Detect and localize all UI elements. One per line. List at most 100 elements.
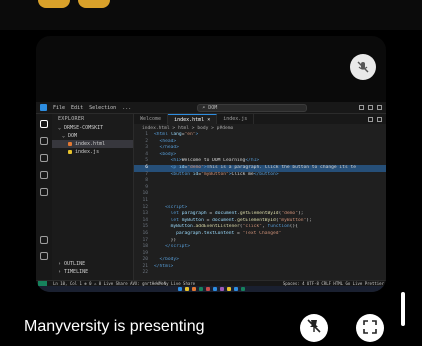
tree-file-html[interactable]: index.html	[52, 140, 133, 148]
gear-icon[interactable]	[40, 252, 48, 260]
line-number: 11	[142, 197, 148, 203]
editor-actions	[368, 114, 386, 124]
code-line: 5 <h1>Welcome to DOM Learning</h1>	[134, 158, 386, 165]
unpin-icon	[306, 318, 322, 338]
explorer-title: EXPLORER	[58, 116, 85, 122]
run-debug-icon[interactable]	[40, 171, 48, 179]
taskbar-app-icon[interactable]	[233, 287, 238, 291]
tab-welcome[interactable]: Welcome	[134, 114, 169, 124]
tree-file-label: index.html	[75, 141, 106, 147]
line-number: 2	[145, 138, 148, 144]
tree-folder[interactable]: ⌄ DOM	[52, 132, 133, 140]
reaction-pill[interactable]	[78, 0, 110, 8]
taskbar-app-icon[interactable]	[205, 287, 210, 291]
search-text: DOM	[208, 104, 218, 111]
tab-index-js[interactable]: index.js	[217, 114, 255, 124]
code-text: let paragraph = document.getElementById(…	[170, 211, 304, 217]
extensions-icon[interactable]	[40, 188, 48, 196]
explorer-sidebar: EXPLORER ⌄ DRMSE-COMSKIT ⌄ DOM index.htm…	[52, 114, 134, 280]
taskbar-app-icon[interactable]	[226, 287, 231, 291]
start-icon[interactable]	[177, 287, 182, 291]
code-line-selected: 6 <p id="demo">This is a paragraph. Clic…	[134, 164, 386, 172]
layout-icon[interactable]	[368, 105, 373, 110]
editor-area: Welcome index.html × index.js index.html…	[134, 114, 386, 280]
menu-file[interactable]: File	[53, 105, 65, 111]
code-text: </html>	[154, 263, 174, 269]
activity-bar	[36, 114, 52, 280]
menu-edit[interactable]: Edit	[71, 105, 83, 111]
code-text: <html lang="en">	[154, 132, 199, 137]
code-line: 13 let paragraph = document.getElementBy…	[134, 211, 386, 218]
code-line: 11	[134, 198, 386, 205]
breadcrumb[interactable]: index.html > html > body > p#demo	[134, 124, 386, 132]
code-view[interactable]: 1 <html lang="en"> 2 <head> 3 </head> 4 <…	[134, 132, 386, 277]
more-actions-icon[interactable]	[377, 116, 382, 122]
stage-header	[36, 36, 386, 102]
code-line: 22	[134, 270, 386, 277]
reaction-pill[interactable]	[38, 0, 70, 8]
code-line: 15 myButton.addEventListener("click", fu…	[134, 224, 386, 231]
line-number: 10	[142, 191, 148, 197]
code-text: <button id="myButton">Click me</button>	[170, 171, 279, 177]
line-number: 22	[142, 270, 148, 276]
unpin-button[interactable]	[300, 314, 328, 342]
line-number: 6	[145, 164, 148, 170]
line-number: 20	[142, 257, 148, 263]
code-line: 1 <html lang="en">	[134, 132, 386, 139]
timeline-section[interactable]: › TIMELINE	[52, 268, 134, 276]
windows-taskbar	[36, 286, 386, 292]
tab-index-html[interactable]: index.html ×	[168, 114, 218, 124]
split-editor-icon[interactable]	[368, 116, 373, 122]
tree-root[interactable]: ⌄ DRMSE-COMSKIT	[52, 124, 133, 132]
menu-selection[interactable]: Selection	[89, 105, 116, 111]
taskbar-app-icon[interactable]	[191, 287, 196, 291]
taskbar-app-icon[interactable]	[184, 287, 189, 291]
code-line: 21 </html>	[134, 264, 386, 271]
code-line: 17 })	[134, 238, 386, 245]
taskbar-app-icon[interactable]	[240, 287, 245, 291]
code-line: 20 </body>	[134, 257, 386, 264]
code-text: let myButton = document.getElementById("…	[170, 217, 312, 223]
search-icon[interactable]	[40, 137, 48, 145]
line-number: 3	[145, 145, 148, 151]
line-number: 16	[142, 230, 148, 236]
code-text: </script>	[165, 244, 190, 250]
code-text: myButton.addEventListener("click", funct…	[170, 224, 298, 230]
layout-icon[interactable]	[377, 105, 382, 110]
vscode-title-bar: File Edit Selection ... ⌕ DOM	[36, 102, 386, 114]
code-text: <script>	[165, 204, 188, 210]
source-control-icon[interactable]	[40, 154, 48, 162]
code-line: 2 <head>	[134, 139, 386, 146]
taskbar-app-icon[interactable]	[212, 287, 217, 291]
line-number: 15	[142, 224, 148, 230]
outline-section[interactable]: › OUTLINE	[52, 260, 134, 268]
code-text: </body>	[159, 257, 179, 263]
code-line: 12 <script>	[134, 205, 386, 212]
fullscreen-icon	[363, 319, 377, 338]
close-icon[interactable]: ×	[207, 117, 210, 123]
activity-bottom	[36, 236, 52, 260]
taskbar-app-icon[interactable]	[219, 287, 224, 291]
code-text: </head>	[159, 145, 179, 151]
editor-tabs: Welcome index.html × index.js	[134, 114, 386, 124]
layout-icon[interactable]	[359, 105, 364, 110]
account-icon[interactable]	[40, 236, 48, 244]
mic-off-icon	[350, 54, 376, 80]
code-line: 7 <button id="myButton">Click me</button…	[134, 172, 386, 179]
line-number: 4	[145, 151, 148, 157]
tree-file-js[interactable]: index.js	[52, 148, 133, 156]
outline-label: OUTLINE	[64, 261, 86, 267]
scroll-handle[interactable]	[401, 292, 405, 326]
taskbar-app-icon[interactable]	[198, 287, 203, 291]
shared-screen-stage: File Edit Selection ... ⌕ DOM EXPLORER ⌄…	[36, 36, 386, 292]
command-search-input[interactable]: ⌕ DOM	[197, 103, 308, 112]
tree-root-label: DRMSE-COMSKIT	[64, 125, 104, 131]
fullscreen-button[interactable]	[356, 314, 384, 342]
code-line: 8	[134, 178, 386, 185]
line-number: 1	[145, 132, 148, 137]
tab-label: index.js	[223, 116, 248, 122]
meeting-top-bar	[0, 0, 422, 30]
explorer-icon[interactable]	[40, 120, 48, 128]
menu-more[interactable]: ...	[122, 105, 131, 111]
line-number: 5	[145, 158, 148, 164]
